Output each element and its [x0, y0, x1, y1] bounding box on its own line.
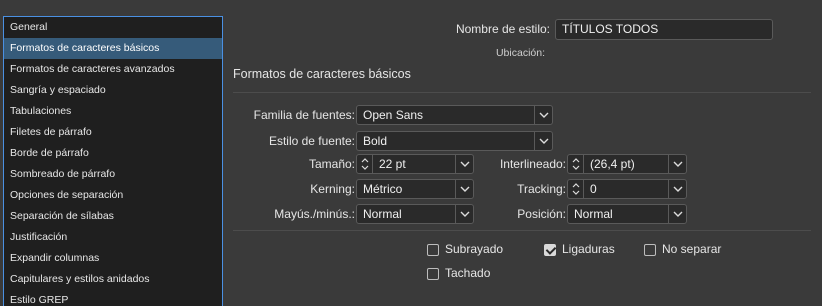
- sidebar-item-justification[interactable]: Justificación: [4, 227, 222, 248]
- tracking-combobox[interactable]: 0: [567, 179, 687, 199]
- strikethrough-checkbox[interactable]: [427, 268, 439, 280]
- leading-combobox[interactable]: (26,4 pt): [567, 154, 687, 174]
- section-title: Formatos de caracteres básicos: [233, 67, 411, 81]
- location-label: Ubicación:: [495, 47, 545, 59]
- sidebar-item-advanced-character-formats[interactable]: Formatos de caracteres avanzados: [4, 59, 222, 80]
- sidebar-item-tabs[interactable]: Tabulaciones: [4, 101, 222, 122]
- tracking-label: Tracking:: [517, 182, 566, 196]
- style-name-input[interactable]: TÍTULOS TODOS: [555, 19, 773, 40]
- case-label: Mayús./minús.:: [274, 207, 355, 221]
- chevron-down-icon: [534, 106, 552, 124]
- leading-value: (26,4 pt): [590, 157, 635, 171]
- sidebar-item-paragraph-shading[interactable]: Sombreado de párrafo: [4, 164, 222, 185]
- sidebar-item-indents-spacing[interactable]: Sangría y espaciado: [4, 80, 222, 101]
- underline-label: Subrayado: [445, 242, 504, 256]
- chevron-down-icon: [668, 180, 686, 198]
- underline-checkbox[interactable]: [427, 244, 439, 256]
- chevron-down-icon: [668, 205, 686, 223]
- position-label: Posición:: [517, 207, 566, 221]
- kerning-dropdown[interactable]: Métrico: [356, 179, 474, 199]
- stepper-icon[interactable]: [568, 155, 584, 173]
- sidebar-item-basic-character-formats[interactable]: Formatos de caracteres básicos: [4, 38, 222, 59]
- sidebar-item-drop-caps-nested[interactable]: Capitulares y estilos anidados: [4, 269, 222, 290]
- sidebar-item-grep-style[interactable]: Estilo GREP: [4, 290, 222, 306]
- font-style-value: Bold: [363, 134, 388, 148]
- sidebar: General Formatos de caracteres básicos F…: [3, 16, 223, 306]
- font-family-dropdown[interactable]: Open Sans: [356, 105, 553, 125]
- ligatures-checkbox[interactable]: [544, 244, 556, 256]
- section-divider-bottom: [233, 230, 811, 231]
- case-value: Normal: [363, 207, 402, 221]
- font-style-label: Estilo de fuente:: [268, 134, 355, 148]
- style-name-value: TÍTULOS TODOS: [562, 22, 659, 36]
- section-divider-top: [233, 92, 811, 93]
- stepper-icon[interactable]: [357, 155, 373, 173]
- kerning-value: Métrico: [363, 182, 403, 196]
- kerning-label: Kerning:: [310, 182, 355, 196]
- size-value: 22 pt: [379, 157, 406, 171]
- style-name-label: Nombre de estilo:: [455, 22, 550, 36]
- stepper-icon[interactable]: [568, 180, 584, 198]
- position-value: Normal: [574, 207, 613, 221]
- font-style-dropdown[interactable]: Bold: [356, 131, 553, 151]
- chevron-down-icon: [668, 155, 686, 173]
- sidebar-item-span-columns[interactable]: Expandir columnas: [4, 248, 222, 269]
- font-family-label: Familia de fuentes:: [253, 108, 355, 122]
- chevron-down-icon: [534, 132, 552, 150]
- no-break-checkbox[interactable]: [644, 244, 656, 256]
- ligatures-label: Ligaduras: [562, 242, 615, 256]
- size-label: Tamaño:: [308, 157, 355, 171]
- case-dropdown[interactable]: Normal: [356, 204, 474, 224]
- strikethrough-label: Tachado: [445, 266, 491, 280]
- sidebar-item-general[interactable]: General: [4, 17, 222, 38]
- sidebar-item-paragraph-rules[interactable]: Filetes de párrafo: [4, 122, 222, 143]
- tracking-value: 0: [590, 182, 597, 196]
- font-family-value: Open Sans: [363, 108, 424, 122]
- sidebar-item-hyphenation[interactable]: Separación de sílabas: [4, 206, 222, 227]
- sidebar-item-paragraph-border[interactable]: Borde de párrafo: [4, 143, 222, 164]
- sidebar-item-keep-options[interactable]: Opciones de separación: [4, 185, 222, 206]
- no-break-label: No separar: [662, 242, 722, 256]
- position-dropdown[interactable]: Normal: [567, 204, 687, 224]
- leading-label: Interlineado:: [499, 157, 566, 171]
- size-combobox[interactable]: 22 pt: [356, 154, 474, 174]
